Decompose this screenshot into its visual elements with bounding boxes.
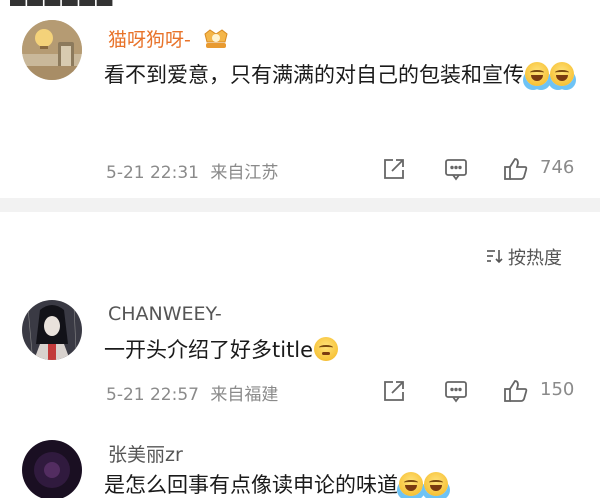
laugh-cry-emoji [399,472,423,496]
thumbs-up-icon[interactable] [502,377,530,405]
laugh-cry-emoji [550,62,574,86]
sort-button[interactable]: 按热度 [486,244,562,270]
share-icon[interactable] [380,155,408,183]
like-count: 150 [540,379,575,400]
share-icon[interactable] [380,377,408,405]
username-text[interactable]: 张美丽zr [108,444,183,466]
comment-text-content: 看不到爱意，只有满满的对自己的包装和宣传 [104,63,524,87]
comment-location: 来自福建 [210,385,279,405]
username[interactable]: 张美丽zr [108,440,183,467]
laugh-cry-emoji [525,62,549,86]
comment-text-content: 一开头介绍了好多title [104,338,314,362]
sort-icon [486,248,504,269]
cropped-previous-text: ▇▇▇▇▇▇ [10,0,210,6]
username[interactable]: 猫呀狗呀- [108,25,231,55]
comment-icon[interactable] [442,377,470,405]
comment-meta: 5-21 22:31 来自江苏 [106,158,278,183]
comment-actions: 150 [380,377,580,405]
comment-text-content: 是怎么回事有点像读申论的味道 [104,473,398,497]
comment-text: 看不到爱意，只有满满的对自己的包装和宣传 [104,58,584,92]
comment-icon[interactable] [442,155,470,183]
username-text[interactable]: 猫呀狗呀- [108,29,191,51]
avatar[interactable] [22,440,82,498]
like-count: 746 [540,157,575,178]
comment-text: 一开头介绍了好多title [104,333,584,367]
comment-location: 来自江苏 [210,163,279,183]
section-divider [0,198,600,212]
comment-actions: 746 [380,155,580,183]
username-text[interactable]: CHANWEEY- [108,303,222,325]
avatar[interactable] [22,20,82,80]
thumbs-up-icon[interactable] [502,155,530,183]
username[interactable]: CHANWEEY- [108,303,222,325]
comment-date: 5-21 22:57 [106,385,199,405]
avatar[interactable] [22,300,82,360]
sort-label: 按热度 [508,248,562,269]
shy-emoji [314,337,339,361]
comment-meta: 5-21 22:57 来自福建 [106,380,278,405]
fan-badge-icon [201,28,231,55]
laugh-cry-emoji [424,472,448,496]
comment-text: 是怎么回事有点像读申论的味道 [104,468,584,498]
comment-date: 5-21 22:31 [106,163,199,183]
